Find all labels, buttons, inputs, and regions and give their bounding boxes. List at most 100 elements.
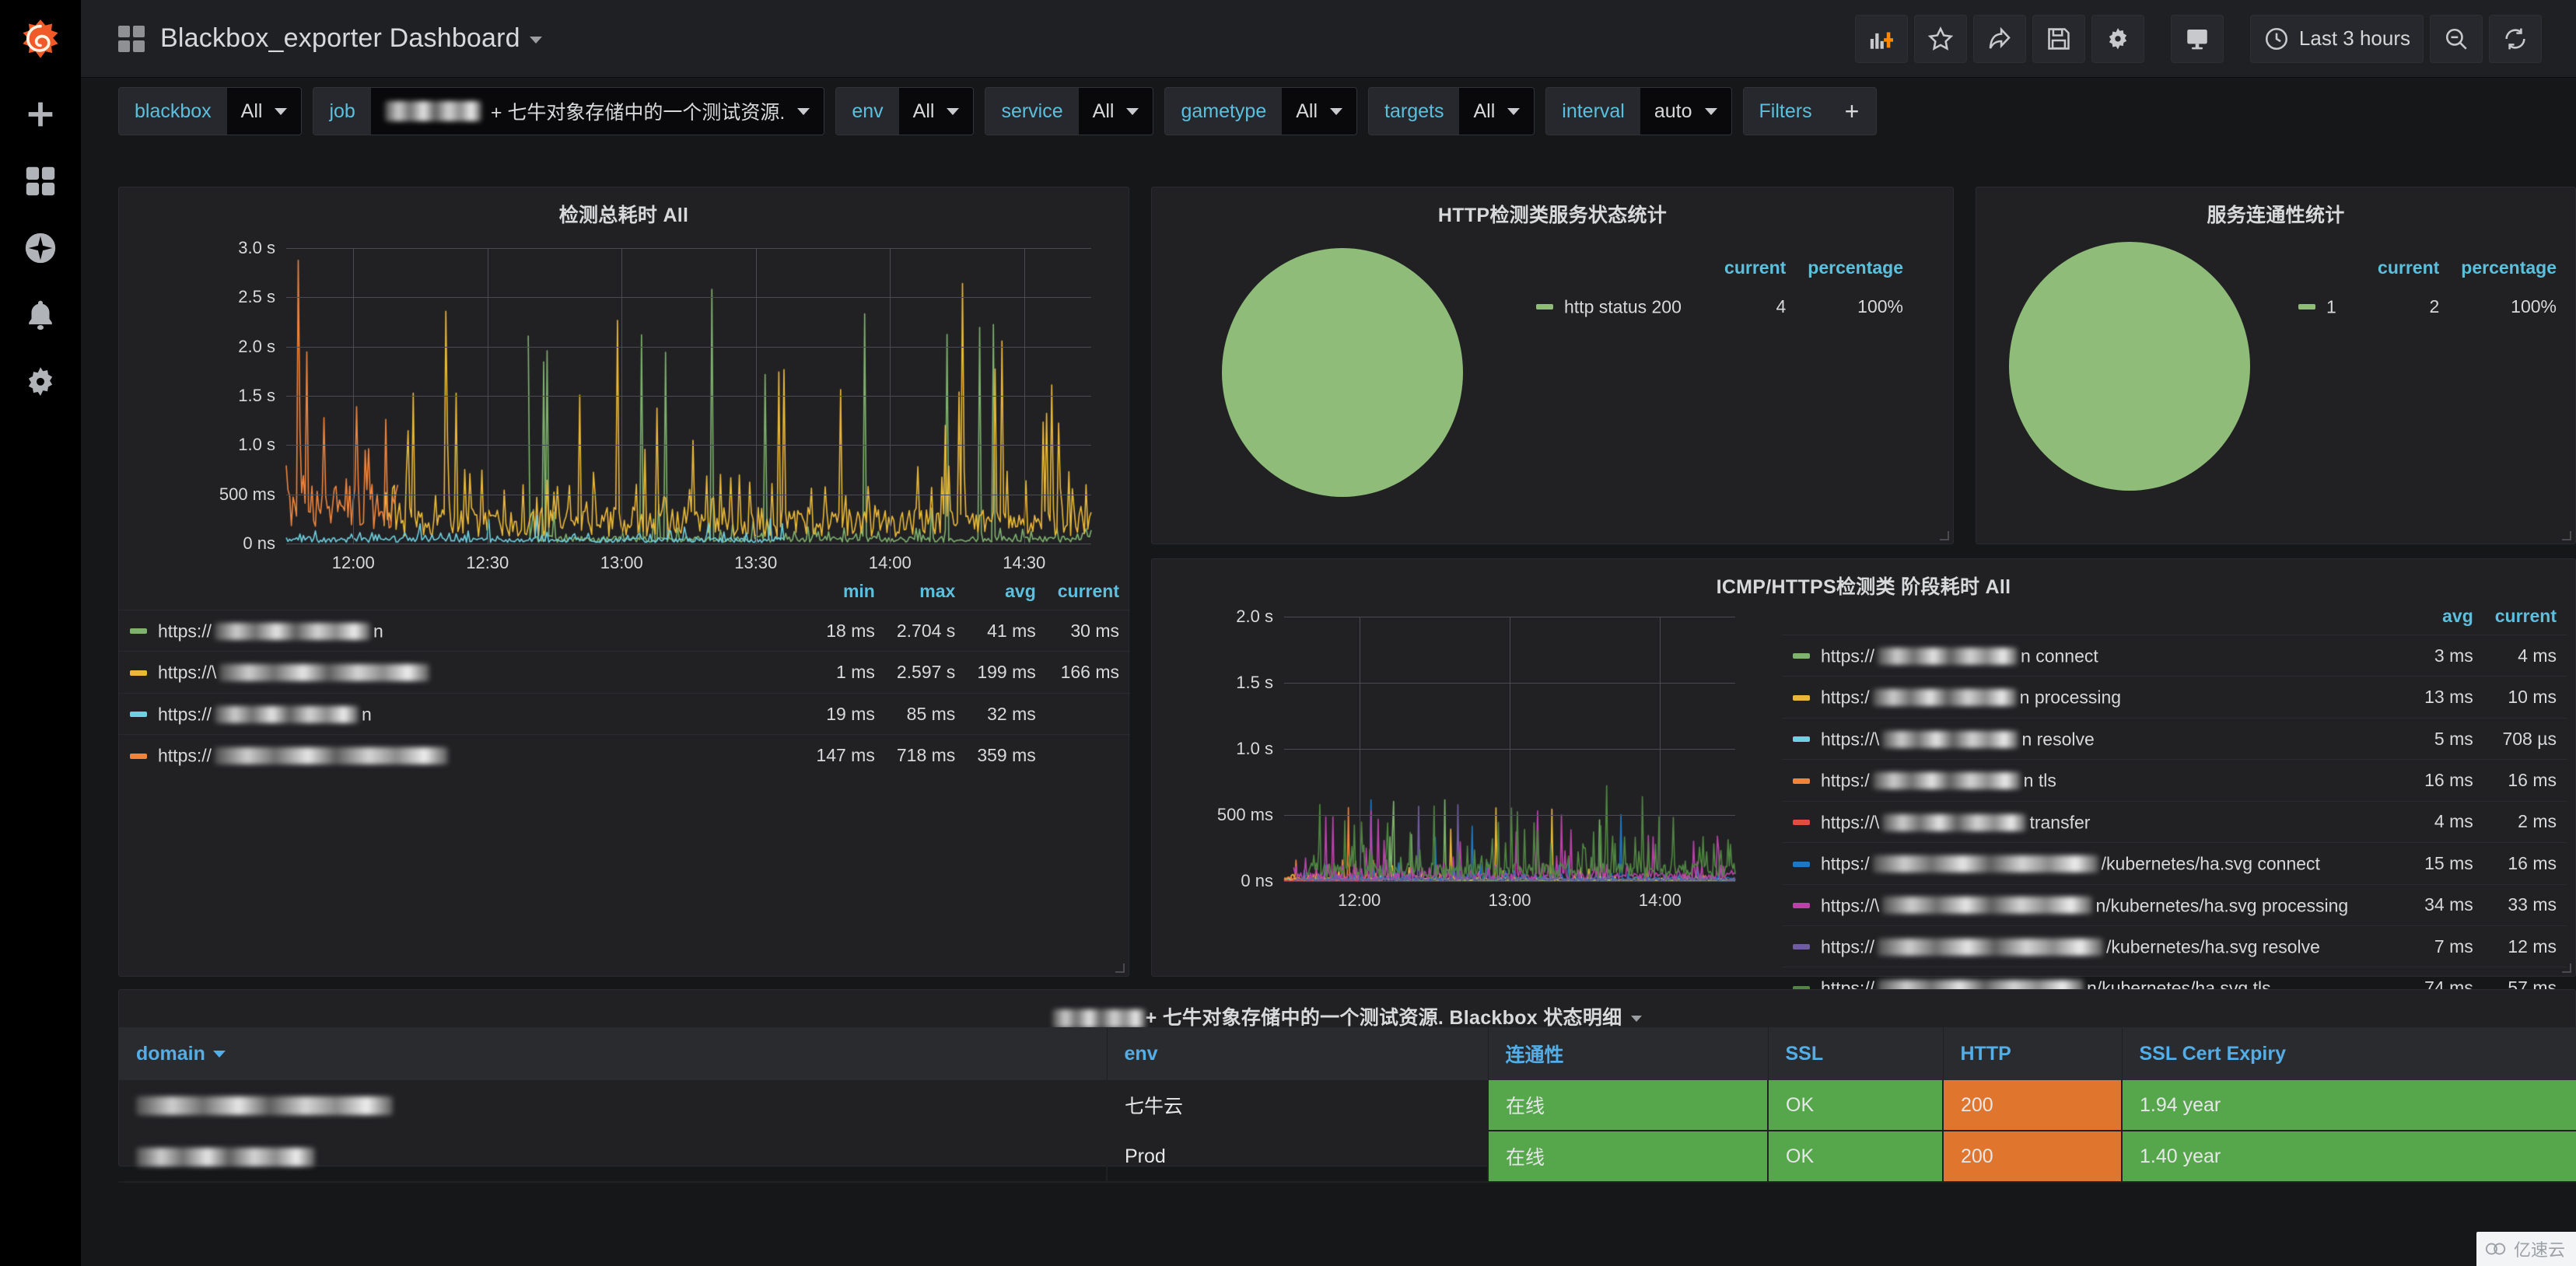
legend-series-name[interactable]: http status 200	[1525, 286, 1713, 327]
legend-header-min[interactable]: min	[805, 576, 885, 610]
legend-series-name[interactable]: https://\ n resolve	[1782, 717, 2414, 760]
legend-row[interactable]: https://\ n/kubernetes/ha.svg processing 3…	[1782, 883, 2567, 926]
legend-row[interactable]: https:/ n tls 16 ms 16 ms	[1782, 759, 2567, 802]
legend-row[interactable]: http status 200 4 100%	[1525, 286, 1914, 327]
panel-title-total-duration[interactable]: 检测总耗时 All	[119, 187, 1129, 228]
x-axis-tick: 12:00	[331, 553, 375, 572]
legend-row[interactable]: https:// n 19 ms 85 ms 32 ms	[119, 692, 1130, 735]
pie-slice-connectivity-1[interactable]	[2009, 242, 2250, 491]
save-button[interactable]	[2032, 14, 2085, 63]
sidebar-item-alerting[interactable]	[0, 282, 81, 348]
settings-button[interactable]	[2091, 14, 2144, 63]
table-header-ssl[interactable]: SSL	[1768, 1027, 1944, 1080]
variable-interval[interactable]: interval auto	[1545, 87, 1732, 135]
variable-value-env[interactable]: All	[898, 88, 974, 135]
legend-header-current[interactable]: current	[1047, 576, 1130, 610]
legend-series-name[interactable]: https://\ n/kubernetes/ha.svg processing	[1782, 883, 2414, 926]
legend-row[interactable]: https:// /kubernetes/ha.svg resolve 7 ms 12…	[1782, 925, 2567, 967]
panel-title-http-status[interactable]: HTTP检测类服务状态统计	[1152, 187, 1953, 228]
panel-resize-handle[interactable]	[2562, 531, 2571, 540]
variable-value-service[interactable]: All	[1078, 88, 1153, 135]
add-filter-button[interactable]: +	[1828, 88, 1877, 135]
legend-header-max[interactable]: max	[886, 576, 966, 610]
sidebar-item-configuration[interactable]	[0, 348, 81, 415]
sidebar-item-dashboards[interactable]	[0, 148, 81, 215]
legend-header-percentage[interactable]: percentage	[1797, 253, 1914, 286]
chart-total-duration[interactable]: 0 ns 500 ms 1.0 s 1.5 s 2.0 s 2.5 s 3.0 s 12:00…	[119, 226, 1130, 572]
legend-series-name[interactable]: https://	[119, 734, 806, 776]
panel-resize-handle[interactable]	[1940, 531, 1949, 540]
legend-row[interactable]: 1 2 100%	[2287, 286, 2567, 327]
variable-value-interval[interactable]: auto	[1640, 88, 1731, 135]
cloud-icon	[2485, 1243, 2506, 1255]
legend-series-name[interactable]: https:// n	[119, 609, 806, 652]
panel-title-connectivity[interactable]: 服务连通性统计	[1976, 187, 2575, 228]
legend-row[interactable]: https:// 147 ms 718 ms 359 ms	[119, 734, 1130, 776]
legend-row[interactable]: https:/ n processing 13 ms 10 ms	[1782, 676, 2567, 719]
legend-row[interactable]: https:// n 18 ms 2.704 s 41 ms 30 ms	[119, 609, 1130, 652]
legend-row[interactable]: https:/ /kubernetes/ha.svg connect 15 ms 16…	[1782, 842, 2567, 885]
legend-series-name[interactable]: https:/ n tls	[1782, 759, 2414, 802]
redacted-text	[384, 101, 481, 121]
panel-resize-handle[interactable]	[1115, 963, 1125, 973]
legend-header-avg[interactable]: avg	[2413, 601, 2484, 635]
adhoc-filters[interactable]: Filters +	[1742, 87, 1878, 135]
table-header-domain[interactable]: domain	[119, 1027, 1108, 1080]
variable-value-gametype[interactable]: All	[1282, 88, 1357, 135]
legend-series-name[interactable]: https://\	[119, 651, 806, 694]
legend-row[interactable]: https://\ n resolve 5 ms 708 µs	[1782, 717, 2567, 760]
chevron-down-icon[interactable]	[1631, 1016, 1643, 1023]
variable-value-blackbox[interactable]: All	[226, 88, 302, 135]
legend-series-name[interactable]: 1	[2287, 286, 2367, 327]
legend-series-name[interactable]: https:// /kubernetes/ha.svg resolve	[1782, 925, 2414, 967]
legend-header-current[interactable]: current	[2484, 601, 2567, 635]
legend-header-avg[interactable]: avg	[966, 576, 1046, 610]
legend-row[interactable]: https://\ 1 ms 2.597 s 199 ms 166 ms	[119, 651, 1130, 694]
table-row[interactable]: Prod 在线 OK 200 1.40 year	[119, 1131, 2576, 1183]
legend-header-current[interactable]: current	[2367, 253, 2450, 286]
legend-series-name[interactable]: https:// n	[119, 692, 806, 735]
variable-env[interactable]: env All	[835, 87, 975, 135]
variable-blackbox[interactable]: blackbox All	[118, 87, 303, 135]
legend-series-name[interactable]: https://\ transfer	[1782, 800, 2414, 843]
time-range-picker[interactable]: Last 3 hours	[2249, 14, 2424, 63]
x-axis-tick: 14:00	[868, 553, 912, 572]
variable-targets[interactable]: targets All	[1368, 87, 1535, 135]
variable-value-job[interactable]: + 七牛对象存储中的一个测试资源.	[370, 88, 824, 135]
panel-title-status-table[interactable]: + 七牛对象存储中的一个测试资源. Blackbox 状态明细	[119, 990, 2575, 1030]
tv-mode-button[interactable]	[2170, 14, 2224, 63]
legend-header-percentage[interactable]: percentage	[2450, 253, 2567, 286]
panel-resize-handle[interactable]	[2562, 963, 2571, 973]
table-row[interactable]: 七牛云 在线 OK 200 1.94 year	[119, 1080, 2576, 1131]
dashboard-title-group[interactable]: Blackbox_exporter Dashboard	[81, 23, 542, 54]
legend-series-name[interactable]: https:/ /kubernetes/ha.svg connect	[1782, 842, 2414, 885]
sort-caret-icon[interactable]	[212, 1051, 226, 1058]
table-header-env[interactable]: env	[1107, 1027, 1489, 1080]
add-panel-button[interactable]	[1854, 14, 1908, 63]
variable-gametype[interactable]: gametype All	[1164, 87, 1358, 135]
chevron-down-icon[interactable]	[529, 36, 542, 44]
sidebar-item-explore[interactable]	[0, 215, 81, 282]
redacted-text	[215, 705, 359, 723]
zoom-out-button[interactable]	[2430, 14, 2483, 63]
share-button[interactable]	[1972, 14, 2026, 63]
pie-slice-http-status-200[interactable]	[1222, 248, 1463, 497]
refresh-button[interactable]	[2489, 14, 2542, 63]
table-header-conn[interactable]: 连通性	[1488, 1027, 1769, 1080]
legend-series-name[interactable]: https:// n connect	[1782, 634, 2414, 677]
grafana-logo-icon[interactable]	[0, 0, 81, 81]
table-header-expiry[interactable]: SSL Cert Expiry	[2122, 1027, 2576, 1080]
legend-row[interactable]: https:// n connect 3 ms 4 ms	[1782, 634, 2567, 677]
variable-service[interactable]: service All	[985, 87, 1154, 135]
sidebar-item-create[interactable]	[0, 81, 81, 148]
legend-series-name[interactable]: https:/ n processing	[1782, 676, 2414, 719]
grafana-logo-glyph	[23, 19, 58, 58]
variable-job[interactable]: job + 七牛对象存储中的一个测试资源.	[313, 87, 825, 135]
panel-title-phase-duration[interactable]: ICMP/HTTPS检测类 阶段耗时 All	[1152, 559, 2575, 600]
table-header-http[interactable]: HTTP	[1943, 1027, 2123, 1080]
star-button[interactable]	[1913, 14, 1967, 63]
legend-header-current[interactable]: current	[1713, 253, 1797, 286]
legend-row[interactable]: https://\ transfer 4 ms 2 ms	[1782, 800, 2567, 843]
variable-value-targets[interactable]: All	[1459, 88, 1535, 135]
chart-phase-duration[interactable]: 0 ns 500 ms 1.0 s 1.5 s 2.0 s 12:00 13:00 14:00	[1152, 596, 1774, 946]
